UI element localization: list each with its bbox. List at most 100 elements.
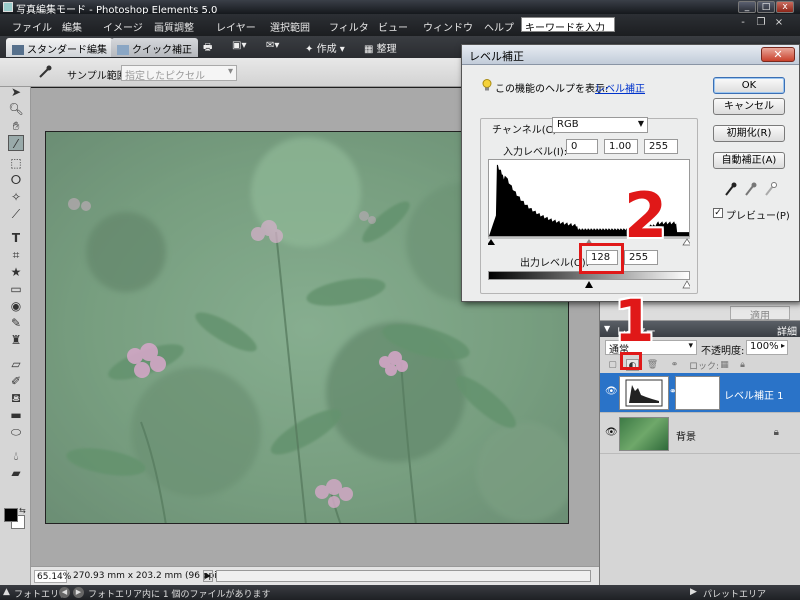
collapse-arrow-icon[interactable]: ▼ [604, 324, 610, 333]
more-options-button[interactable]: 詳細 [777, 323, 797, 338]
zoom-field[interactable]: 65.14% [34, 570, 71, 583]
visibility-eye-icon[interactable]: 👁︎ [605, 427, 618, 439]
input-gamma-field[interactable]: 1.00 [604, 139, 638, 154]
reset-button[interactable]: 初期化(R) [713, 125, 785, 142]
lock-icon: 🔒︎ [773, 427, 779, 438]
blur-tool-icon[interactable]: 💧︎ [8, 448, 24, 464]
image-status-bar: 65.14% 270.93 mm x 203.2 mm (96 ppi) ▶ [31, 566, 599, 585]
layer-row-background[interactable]: 👁︎ 背景 🔒︎ [600, 414, 800, 454]
menu-image[interactable]: イメージ [103, 19, 143, 34]
input-white-field[interactable]: 255 [644, 139, 678, 154]
maximize-button[interactable]: □ [757, 1, 775, 13]
visibility-eye-icon[interactable]: 👁︎ [605, 386, 618, 398]
lightbulb-icon [482, 79, 492, 91]
move-tool-icon[interactable]: ➤ [8, 84, 24, 100]
lock-transparency-icon[interactable]: ▦ [718, 359, 731, 371]
palette-area-toggle-icon[interactable]: ▶ [690, 587, 697, 597]
layer-row-levels[interactable]: 👁︎ ⚭ レベル補正 1 [600, 373, 800, 413]
gray-eyedropper-icon[interactable] [743, 181, 757, 197]
healing-brush-tool-icon[interactable]: ✎ [8, 315, 24, 331]
horizontal-scrollbar[interactable] [216, 570, 591, 582]
doc-restore-button[interactable]: ❐ [754, 17, 768, 31]
link-layers-icon[interactable]: ⚭ [668, 359, 681, 371]
dialog-title-bar[interactable]: レベル補正 ✕ [462, 45, 799, 65]
menu-window[interactable]: ウィンドウ [423, 19, 473, 34]
apply-button[interactable]: 適用 [730, 306, 790, 322]
menu-select[interactable]: 選択範囲 [270, 19, 310, 34]
output-slider[interactable] [488, 280, 690, 289]
output-white-slider[interactable] [682, 280, 690, 289]
ok-button[interactable]: OK [713, 77, 785, 94]
sponge-tool-icon[interactable]: ▰ [8, 465, 24, 481]
palette-area-label[interactable]: パレットエリア [703, 587, 766, 600]
cookie-cutter-tool-icon[interactable]: ★ [8, 264, 24, 280]
menu-help[interactable]: ヘルプ [484, 19, 514, 34]
minimize-button[interactable]: _ [738, 1, 756, 13]
menu-layer[interactable]: レイヤー [216, 19, 256, 34]
sample-size-value: 指定したピクセル [125, 71, 205, 81]
clone-stamp-tool-icon[interactable]: ♜ [8, 332, 24, 348]
swap-colors-icon[interactable]: ⇆ [19, 506, 26, 515]
doc-minimize-button[interactable]: - [736, 17, 750, 31]
search-input[interactable]: キーワードを入力 [521, 17, 615, 32]
eraser-tool-icon[interactable]: ▱ [8, 356, 24, 372]
foreground-color-swatch[interactable] [4, 508, 18, 522]
channel-value: RGB [557, 119, 579, 130]
photo-area-toggle-icon[interactable]: ▲ [3, 587, 10, 597]
cancel-button[interactable]: キャンセル [713, 98, 785, 115]
dialog-close-button[interactable]: ✕ [761, 47, 795, 62]
lock-all-icon[interactable]: 🔒︎ [736, 359, 749, 371]
menu-file[interactable]: ファイル [12, 19, 52, 34]
create-button[interactable]: ✦ 作成 ▾ [305, 40, 345, 55]
input-black-slider[interactable] [488, 239, 495, 245]
status-menu-arrow-icon[interactable]: ▶ [203, 570, 213, 582]
sample-size-select[interactable]: 指定したピクセル ▾ [121, 65, 237, 81]
output-white-field[interactable]: 255 [624, 250, 658, 265]
eyedropper-tool-icon-active[interactable]: ⁄ [8, 135, 24, 151]
tab-quick-fix[interactable]: クイック補正 [111, 38, 198, 57]
input-white-slider[interactable] [682, 238, 690, 246]
doc-close-button[interactable]: × [772, 17, 786, 31]
type-tool-icon[interactable]: T [8, 230, 24, 246]
menu-edit[interactable]: 編集 [62, 19, 82, 34]
channel-select[interactable]: RGB ▼ [552, 117, 648, 133]
shape-tool-icon[interactable]: ⬭ [8, 424, 24, 440]
tab-standard-edit[interactable]: スタンダード編集 [6, 38, 113, 57]
organize-button[interactable]: ▦ 整理 [364, 40, 397, 55]
auto-button[interactable]: 自動補正(A) [713, 152, 785, 169]
straighten-tool-icon[interactable]: ▭ [8, 281, 24, 297]
close-button[interactable]: x [776, 1, 794, 13]
selection-brush-tool-icon[interactable]: ⟋ [8, 206, 24, 222]
menu-enhance[interactable]: 画質調整 [154, 19, 194, 34]
menu-bar: ファイル 編集 イメージ 画質調整 レイヤー 選択範囲 フィルタ ビュー ウィン… [0, 14, 800, 36]
opacity-value: 100% [750, 341, 779, 352]
crop-tool-icon[interactable]: ⌗ [8, 247, 24, 263]
channel-label: チャンネル(C): [492, 125, 560, 136]
menu-view[interactable]: ビュー [378, 19, 408, 34]
black-eyedropper-icon[interactable] [723, 181, 737, 197]
preview-checkbox[interactable]: ✓ [713, 208, 723, 218]
annotation-step-2: 2 [624, 179, 668, 252]
prev-arrow-icon[interactable]: ◀ [59, 587, 70, 598]
zoom-tool-icon[interactable]: 🔍︎ [8, 101, 24, 117]
brush-tool-icon[interactable]: ✐ [8, 373, 24, 389]
paint-bucket-tool-icon[interactable]: ⛾ [8, 390, 24, 406]
menu-filter[interactable]: フィルタ [329, 19, 369, 34]
marquee-tool-icon[interactable]: ⬚ [8, 155, 24, 171]
print-icon[interactable]: 🖶 [203, 40, 212, 57]
trash-icon[interactable]: 🗑︎ [646, 359, 659, 371]
output-black-slider[interactable] [585, 281, 593, 288]
red-eye-tool-icon[interactable]: ◉ [8, 298, 24, 314]
help-link[interactable]: レベル補正 [595, 80, 645, 95]
hand-tool-icon[interactable]: ✋︎ [8, 118, 24, 134]
share-icon[interactable]: ✉▾ [266, 40, 279, 51]
new-layer-icon[interactable]: ▢ [606, 359, 619, 371]
input-black-field[interactable]: 0 [566, 139, 598, 154]
lasso-tool-icon[interactable]: ⵔ [8, 172, 24, 188]
opacity-input[interactable]: 100% ▸ [746, 340, 788, 355]
next-arrow-icon[interactable]: ▶ [73, 587, 84, 598]
order-prints-icon[interactable]: ▣▾ [232, 40, 246, 51]
magic-wand-tool-icon[interactable]: ✧ [8, 189, 24, 205]
gradient-tool-icon[interactable]: ▬ [8, 407, 24, 423]
white-eyedropper-icon[interactable] [763, 181, 777, 197]
